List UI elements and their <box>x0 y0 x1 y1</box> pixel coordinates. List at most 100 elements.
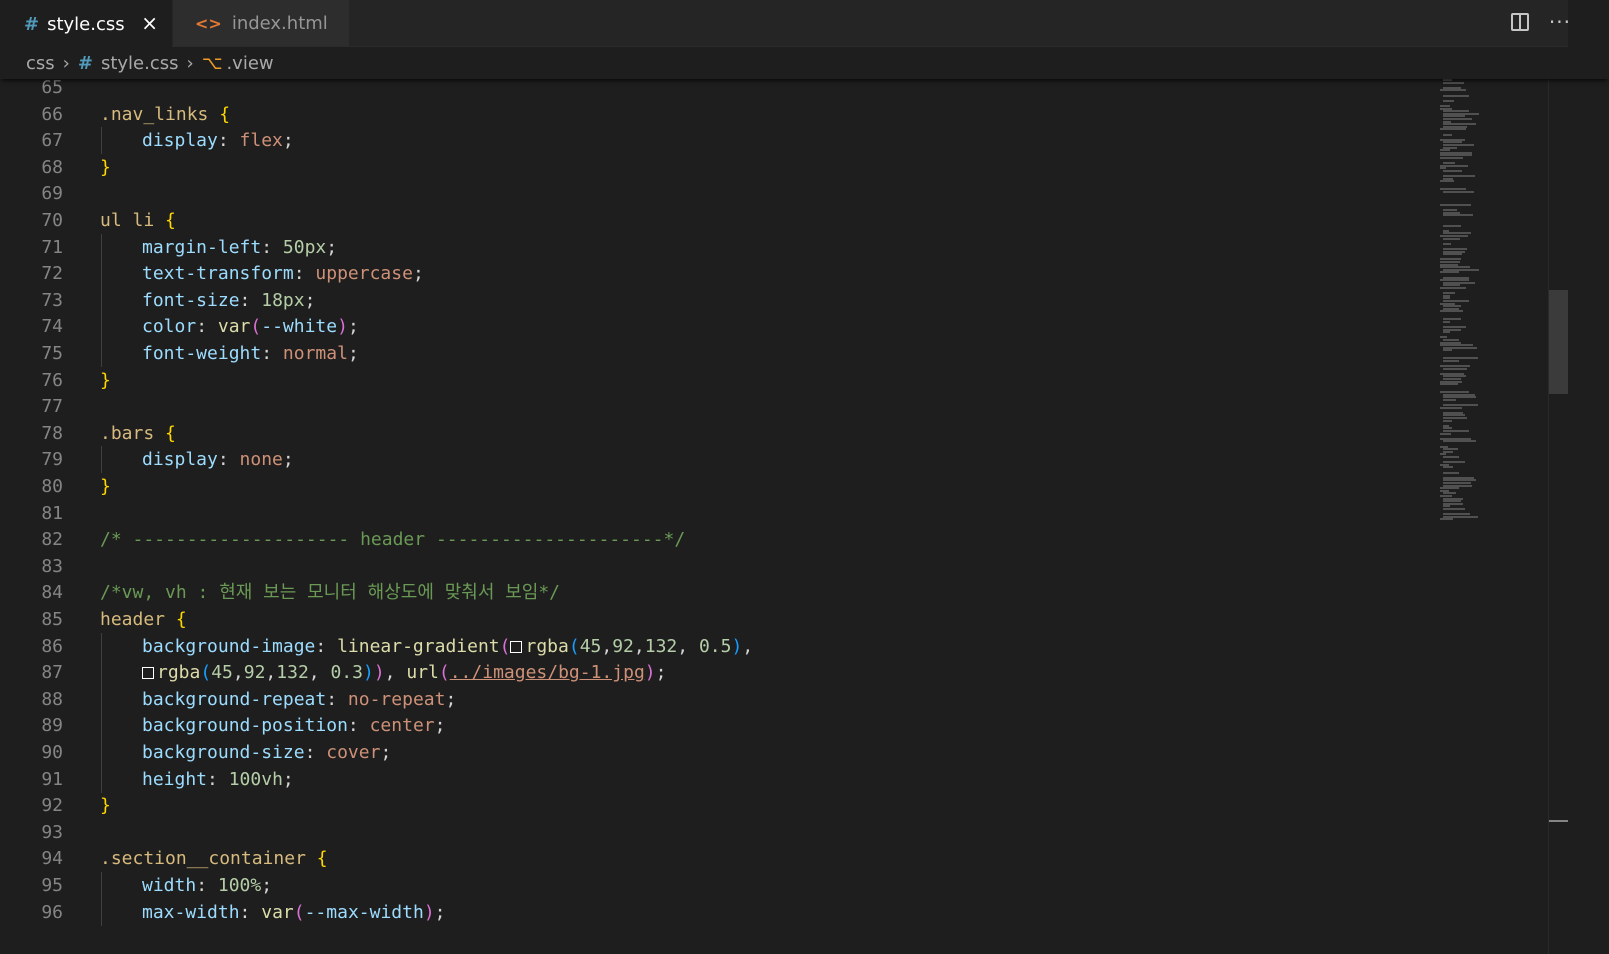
code-token: , <box>633 635 645 657</box>
code-token: background-position <box>142 715 348 737</box>
code-token: text-transform <box>142 263 294 285</box>
minimap-line <box>1440 128 1466 131</box>
code-line[interactable]: 84 /*vw, vh : 현재 보는 모니터 해상도에 맞춰서 보임*/ <box>0 579 1500 606</box>
line-number: 92 <box>41 795 63 817</box>
code-token: , <box>265 662 277 684</box>
code-token: 132 <box>276 662 309 684</box>
code-token: , <box>308 662 331 684</box>
code-line[interactable]: 66 .nav_links { <box>0 101 1500 128</box>
code-token: } <box>100 369 111 391</box>
vertical-scrollbar[interactable] <box>1548 79 1569 954</box>
minimap[interactable] <box>1440 79 1540 529</box>
indent-guide <box>101 739 102 766</box>
code-line[interactable]: 71 margin-left: 50px; <box>0 233 1500 261</box>
minimap-line <box>1440 287 1466 289</box>
code-text: max-width: var(--max-width); <box>142 899 446 926</box>
code-line[interactable]: 77 <box>0 393 1500 420</box>
minimap-line <box>1440 383 1458 386</box>
code-line[interactable]: 82 /* -------------------- header -------… <box>0 526 1500 553</box>
code-line[interactable]: 96 max-width: var(--max-width); <box>0 898 1500 926</box>
minimap-line <box>1440 157 1463 159</box>
minimap-line <box>1443 133 1452 136</box>
code-line[interactable]: 86 background-image: linear-gradient(rgba… <box>0 632 1500 660</box>
code-editor[interactable]: 65 66 .nav_links {67 display: flex; 68} 69 70 u… <box>0 79 1609 954</box>
code-line[interactable]: 67 display: flex; <box>0 127 1500 155</box>
code-line[interactable]: 79 display: none; <box>0 446 1500 474</box>
line-number: 69 <box>41 183 63 205</box>
code-line[interactable]: 74 color: var(--white); <box>0 313 1500 341</box>
code-token: uppercase <box>315 263 413 285</box>
code-token: width <box>142 875 197 896</box>
code-text: text-transform: uppercase; <box>142 260 424 287</box>
breadcrumb-file[interactable]: style.css <box>101 53 179 74</box>
code-token: : <box>326 688 348 710</box>
code-line[interactable]: 70 ul li { <box>0 207 1500 234</box>
code-token: : <box>239 901 262 923</box>
tab-style-css[interactable]: # style.css × <box>0 0 172 47</box>
code-token: ul li <box>100 210 155 231</box>
breadcrumb-folder[interactable]: css <box>26 53 55 74</box>
indent-guide <box>101 127 102 155</box>
code-line[interactable]: 73 font-size: 18px; <box>0 286 1500 314</box>
code-line[interactable]: 93 <box>0 819 1500 846</box>
minimap-line <box>1440 406 1463 409</box>
code-token: cover <box>326 742 381 763</box>
line-number: 73 <box>41 289 63 311</box>
code-token: ; <box>326 236 338 258</box>
code-line[interactable]: 85 header { <box>0 606 1500 633</box>
code-line[interactable]: 87 rgba(45,92,132, 0.3)), url(../images/b… <box>0 659 1500 687</box>
line-number: 79 <box>41 449 63 471</box>
color-swatch[interactable] <box>142 667 154 680</box>
code-text: background-repeat: no-repeat; <box>142 686 456 713</box>
code-token: : <box>293 263 316 285</box>
minimap-line <box>1443 456 1459 458</box>
line-number: 75 <box>41 343 63 364</box>
code-line[interactable]: 80} <box>0 473 1500 500</box>
code-line[interactable]: 65 <box>0 79 1500 101</box>
code-line[interactable]: 68} <box>0 154 1500 181</box>
split-editor-icon[interactable] <box>1510 13 1529 31</box>
code-text: /* -------------------- header ---------… <box>100 526 685 553</box>
line-number: 71 <box>41 236 63 258</box>
code-token: 0.3 <box>330 662 363 684</box>
minimap-line <box>1440 271 1460 274</box>
line-number: 82 <box>41 529 63 551</box>
code-line[interactable]: 78 .bars { <box>0 420 1500 447</box>
minimap-line <box>1443 190 1474 193</box>
code-token: /*vw, vh : 현재 보는 모니터 해상도에 맞춰서 보임*/ <box>100 582 561 604</box>
code-token: rgba <box>157 662 201 684</box>
code-line[interactable]: 75 font-weight: normal; <box>0 340 1500 367</box>
close-icon[interactable]: × <box>141 12 158 34</box>
code-line[interactable]: 69 <box>0 180 1500 207</box>
code-text: } <box>100 473 111 500</box>
code-line[interactable]: 88 background-repeat: no-repeat; <box>0 685 1500 713</box>
minimap-line <box>1443 419 1452 422</box>
code-token: --white <box>261 316 338 338</box>
scrollbar-thumb[interactable] <box>1549 290 1568 394</box>
code-token: ) <box>731 635 743 657</box>
code-line[interactable]: 83 <box>0 553 1500 580</box>
code-token: height <box>142 768 208 790</box>
code-line[interactable]: 91 height: 100vh; <box>0 765 1500 793</box>
code-line[interactable]: 95 width: 100%; <box>0 872 1500 899</box>
code-line[interactable]: 72 text-transform: uppercase; <box>0 260 1500 288</box>
code-token: ; <box>445 688 457 710</box>
code-line[interactable]: 92} <box>0 792 1500 819</box>
code-line[interactable]: 81 <box>0 500 1500 527</box>
code-text: header { <box>100 606 187 633</box>
minimap-line <box>1440 432 1451 435</box>
code-token: no-repeat <box>347 688 446 710</box>
code-token: linear-gradient <box>337 635 500 657</box>
color-swatch[interactable] <box>510 640 523 653</box>
line-number: 65 <box>41 79 63 98</box>
breadcrumb-symbol[interactable]: .view <box>226 53 273 74</box>
code-line[interactable]: 89 background-position: center; <box>0 712 1500 740</box>
scrollbar-marker <box>1549 820 1568 822</box>
code-line[interactable]: 94 .section__container { <box>0 845 1500 872</box>
code-line[interactable]: 90 background-size: cover; <box>0 739 1500 766</box>
tab-index-html[interactable]: <> index.html <box>173 0 350 46</box>
minimap-line <box>1443 214 1473 217</box>
code-line[interactable]: 76} <box>0 367 1500 394</box>
symbol-class-icon: ⌥ <box>201 52 223 74</box>
